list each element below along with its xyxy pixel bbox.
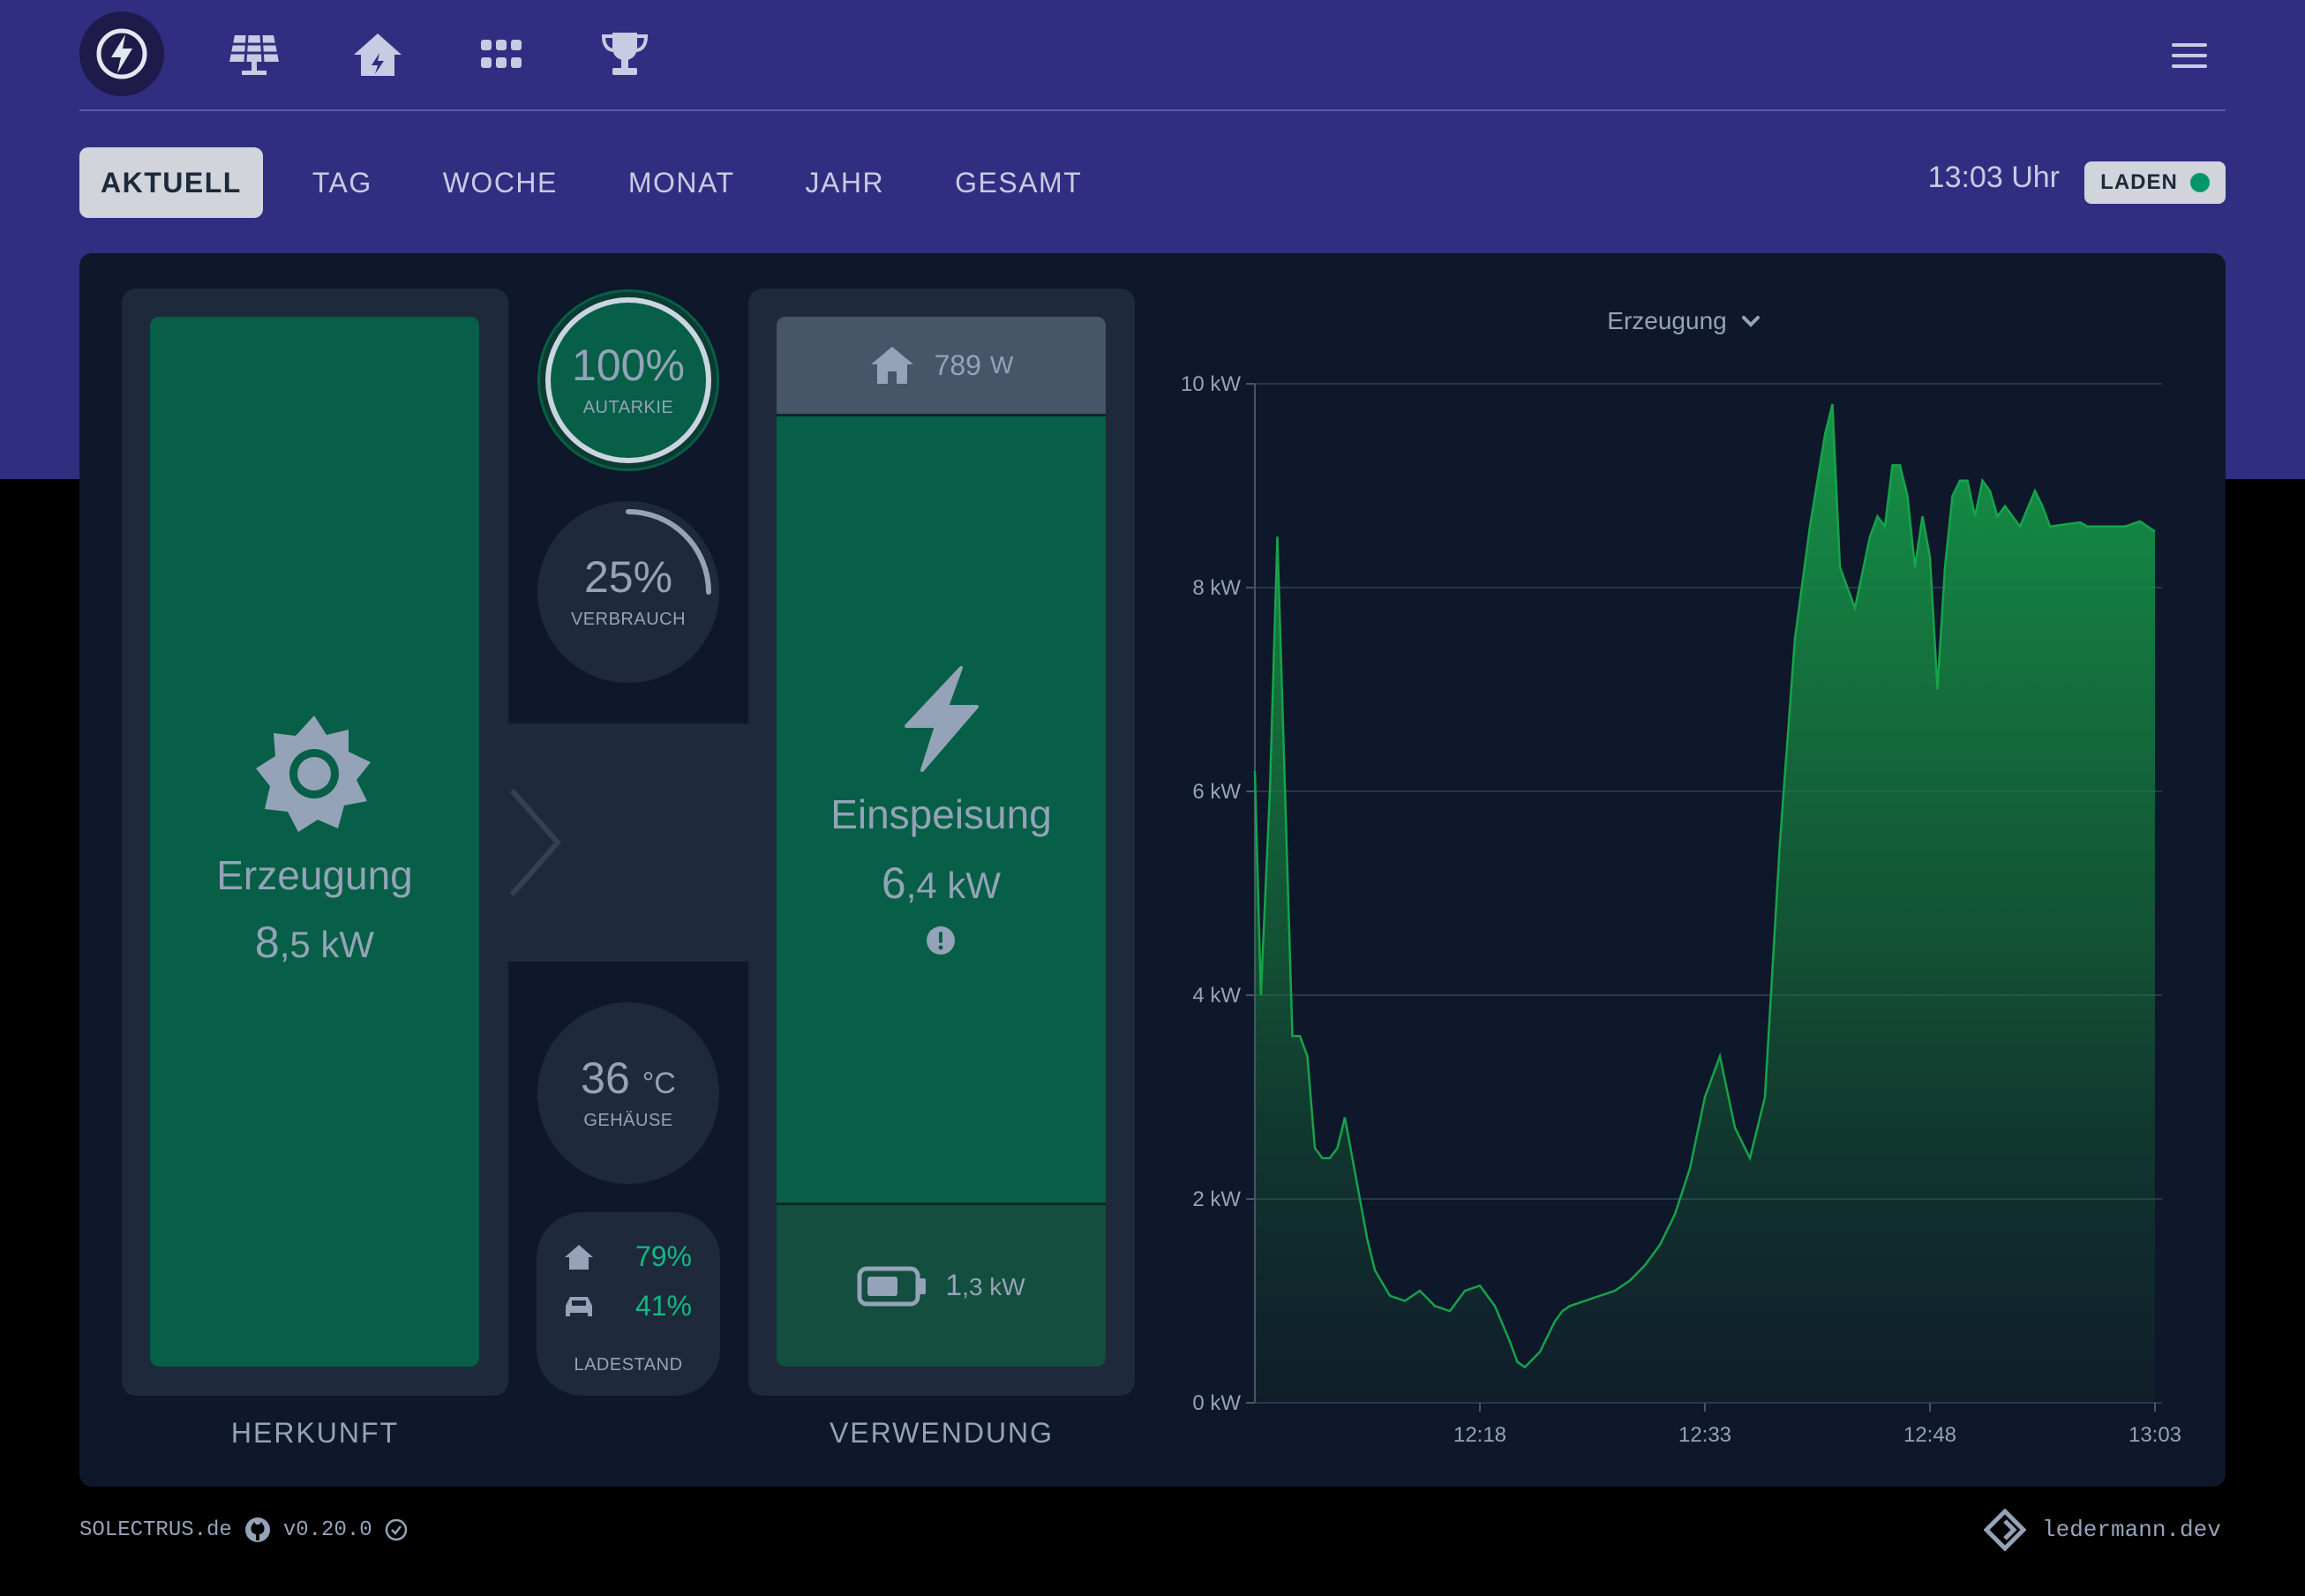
battery-icon [857,1266,927,1306]
feed-in-label: Einspeisung [830,791,1052,837]
menu-button[interactable] [2169,35,2210,76]
grid-icon [481,40,522,68]
nav-solar-panel[interactable] [226,28,282,81]
tab-gesamt[interactable]: GESAMT [934,147,1103,218]
chart-y-tick-label: 2 kW [1192,1188,1241,1211]
hamburger-menu-icon [2172,43,2207,68]
production-value-frac: ,5 kW [279,924,375,965]
chart-x-tick-label: 12:48 [1903,1423,1956,1447]
footer-left: SOLECTRUS.de v0.20.0 [79,1514,408,1546]
production-chart[interactable]: 0 kW 2 kW 4 kW 6 kW 8 kW 10 kW 12:18 12:33 12:4… [1147,353,2206,1465]
lightning-icon [905,666,979,772]
solar-panel-icon [229,34,279,75]
chart-y-tick-label: 10 kW [1181,372,1241,396]
chart-y-tick-label: 8 kW [1192,576,1241,600]
battery-value-frac: ,3 kW [962,1273,1025,1300]
flow-strip [508,723,748,962]
soc-car-value: 41% [634,1290,692,1322]
house-icon [870,347,913,384]
lightning-bolt-logo [96,28,147,79]
soc-car-row: 41% [563,1290,692,1323]
battery-tile[interactable]: 1,3 kW [777,1205,1106,1367]
verbrauch-value: 25% [583,551,673,602]
ledermann-logo-icon [1984,1509,2026,1551]
soc-house-row: 79% [563,1240,692,1273]
gehaeuse-gauge[interactable]: 36 °C GEHÄUSE [537,1002,719,1184]
tab-woche[interactable]: WOCHE [422,147,579,218]
check-circle-icon [385,1518,407,1541]
soc-house-value: 79% [634,1240,692,1272]
production-tile[interactable]: Erzeugung 8,5 kW [150,317,479,1367]
usage-column-label: VERWENDUNG [829,1417,1055,1449]
gehaeuse-label: GEHÄUSE [583,1110,673,1130]
ladestand-box[interactable]: 79% 41% LADESTAND [537,1212,720,1396]
car-icon [566,1296,592,1316]
production-value: 8,5 kW [150,917,479,968]
nav-grid[interactable] [473,28,529,81]
feed-in-value-int: 6 [881,858,906,908]
production-label: Erzeugung [216,852,413,898]
house-icon [354,34,402,76]
author-link[interactable]: ledermann.dev [2042,1517,2221,1543]
chart-x-tick-label: 12:18 [1453,1423,1506,1447]
production-value-int: 8 [254,918,280,967]
nav-trophy[interactable] [597,28,653,81]
flow-arrow-icon [509,789,561,896]
trophy-icon [601,33,649,75]
chart-x-axis: 12:18 12:33 12:48 13:03 [1453,1403,2181,1447]
header-divider [79,109,2226,111]
gehaeuse-value: 36 °C [581,1056,676,1100]
feed-in-tile[interactable]: Einspeisung 6,4 kW [777,414,1106,1205]
feed-in-value: 6,4 kW [777,858,1106,909]
verbrauch-label: VERBRAUCH [570,609,687,629]
ladestand-label: LADESTAND [574,1355,683,1375]
house-consumption-tile[interactable]: 789 W [777,317,1106,414]
version-link[interactable]: v0.20.0 [283,1518,372,1542]
chevron-down-icon [1741,316,1760,327]
chart-type-label: Erzeugung [1607,307,1727,334]
tab-monat[interactable]: MONAT [607,147,756,218]
chart-y-tick-label: 0 kW [1192,1391,1241,1415]
house-icon [565,1244,593,1270]
origin-column-label: HERKUNFT [230,1417,400,1449]
nav-house[interactable] [349,28,406,81]
chart-y-tick-label: 6 kW [1192,780,1241,804]
period-tabs: AKTUELL TAG WOCHE MONAT JAHR GESAMT [79,147,1131,218]
gehaeuse-temp: 36 [581,1053,630,1103]
chart-x-tick-label: 13:03 [2129,1423,2181,1447]
tab-jahr[interactable]: JAHR [785,147,906,218]
chart-type-select[interactable]: Erzeugung [1587,302,1781,341]
tab-tag[interactable]: TAG [291,147,394,218]
status-dot [2189,173,2210,192]
footer-right[interactable]: ledermann.dev [1984,1509,2221,1551]
brand-link[interactable]: SOLECTRUS.de [79,1518,232,1542]
chart-area-series [1255,404,2155,1404]
status-badge[interactable]: LADEN [2084,161,2226,204]
current-time: 13:03 Uhr [1927,161,2060,194]
autarkie-gauge[interactable]: 100% AUTARKIE [537,289,719,471]
status-badge-label: LADEN [2100,170,2178,194]
chart-x-tick-label: 12:33 [1678,1423,1731,1447]
github-icon[interactable] [244,1517,271,1543]
autarkie-label: AUTARKIE [582,397,674,417]
sun-icon [256,716,371,832]
battery-value: 1,3 kW [945,1269,1025,1303]
house-consumption-value: 789 [934,348,981,381]
chart-y-tick-label: 4 kW [1192,984,1241,1008]
feed-in-value-frac: ,4 kW [905,865,1002,906]
house-consumption-unit: W [989,351,1014,378]
verbrauch-gauge[interactable]: 25% VERBRAUCH [537,501,719,683]
tab-aktuell[interactable]: AKTUELL [79,147,263,218]
chart-y-axis: 0 kW 2 kW 4 kW 6 kW 8 kW 10 kW [1181,372,1241,1415]
battery-value-int: 1 [945,1269,963,1302]
exclamation-circle-icon[interactable] [926,925,956,955]
logo[interactable] [79,11,164,96]
gehaeuse-unit: °C [642,1066,676,1100]
autarkie-value: 100% [572,340,685,390]
